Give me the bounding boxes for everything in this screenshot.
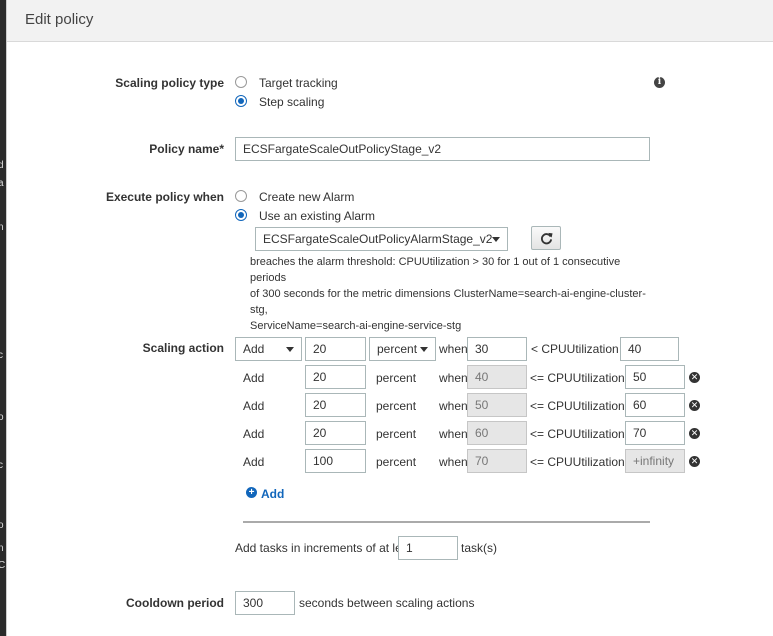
refresh-alarms-button[interactable] [531,226,561,250]
background-text: o [0,412,4,423]
scaling-action-label: Scaling action [142,341,224,355]
step-lower-bound-readonly: 40 [467,365,527,389]
background-text: d [0,160,4,171]
step-unit-text: percent [376,399,417,413]
step-lower-bound-input[interactable]: 30 [467,337,527,361]
step-operator-label: <= CPUUtilization < [530,427,636,441]
increments-suffix-label: task(s) [461,541,497,555]
radio-step-scaling[interactable] [235,95,247,107]
step-action-value: Add [243,342,265,356]
radio-step-scaling-label[interactable]: Step scaling [259,95,324,109]
cooldown-input[interactable]: 300 [235,591,295,615]
step-unit-text: percent [376,371,417,385]
add-step-link[interactable]: Add [261,487,284,501]
cooldown-suffix-label: seconds between scaling actions [299,596,475,610]
radio-create-new-alarm[interactable] [235,190,247,202]
radio-target-tracking[interactable] [235,76,247,88]
step-amount-input[interactable]: 20 [305,365,366,389]
chevron-down-icon [492,237,500,242]
step-amount-input[interactable]: 20 [305,393,366,417]
step-operator-label: <= CPUUtilization < [530,399,636,413]
add-step-icon[interactable]: + [246,487,257,498]
step-lower-bound-readonly: 70 [467,449,527,473]
step-amount-input[interactable]: 100 [305,449,366,473]
step-when-label: when [439,427,468,441]
cooldown-label: Cooldown period [126,596,224,610]
background-text: c [0,350,3,361]
step-when-label: when [439,399,468,413]
scaling-policy-type-label: Scaling policy type [115,76,224,90]
radio-target-tracking-label[interactable]: Target tracking [259,76,338,90]
step-amount-input[interactable]: 20 [305,421,366,445]
step-when-label: when [439,455,468,469]
step-upper-bound-input[interactable]: 50 [625,365,685,389]
step-upper-bound-readonly: +infinity [625,449,685,473]
radio-existing-alarm-label[interactable]: Use an existing Alarm [259,209,375,223]
background-text: c [0,460,3,471]
remove-step-icon[interactable]: ✕ [689,400,700,411]
step-action-text: Add [243,371,265,385]
edit-policy-modal: Edit policy Scaling policy type Target t… [6,0,773,636]
radio-create-new-alarm-label[interactable]: Create new Alarm [259,190,354,204]
refresh-icon [540,232,553,245]
step-when-label: when [439,371,468,385]
modal-title: Edit policy [25,11,94,28]
step-operator-label: < CPUUtilization < [531,342,630,356]
step-amount-input[interactable]: 20 [305,337,366,361]
alarm-description-line: of 300 seconds for the metric dimensions… [250,288,646,316]
step-unit-value: percent [377,342,418,356]
increments-input[interactable]: 1 [398,536,458,560]
policy-name-label: Policy name* [149,142,224,156]
step-action-select[interactable]: Add [235,337,302,361]
step-operator-label: <= CPUUtilization < [530,455,636,469]
remove-step-icon[interactable]: ✕ [689,428,700,439]
step-unit-select[interactable]: percent [369,337,436,361]
chevron-down-icon [420,347,428,352]
step-upper-bound-input[interactable]: 40 [620,337,679,361]
step-lower-bound-readonly: 60 [467,421,527,445]
step-upper-bound-input[interactable]: 70 [625,421,685,445]
background-text: a [0,178,4,189]
section-divider [243,521,650,523]
step-unit-text: percent [376,455,417,469]
step-action-text: Add [243,399,265,413]
policy-name-input[interactable]: ECSFargateScaleOutPolicyStage_v2 [235,137,650,161]
background-text: o [0,520,4,531]
alarm-description-line: ServiceName=search-ai-engine-service-stg [250,320,462,332]
step-action-text: Add [243,455,265,469]
increments-prefix-label: Add tasks in increments of at least [235,541,418,555]
background-text: n [0,222,4,233]
radio-existing-alarm[interactable] [235,209,247,221]
step-operator-label: <= CPUUtilization < [530,371,636,385]
step-upper-bound-input[interactable]: 60 [625,393,685,417]
alarm-select-value: ECSFargateScaleOutPolicyAlarmStage_v2 [263,232,493,246]
alarm-select[interactable]: ECSFargateScaleOutPolicyAlarmStage_v2 [255,227,508,251]
step-action-text: Add [243,427,265,441]
info-icon[interactable]: i [654,77,665,88]
execute-policy-label: Execute policy when [105,190,224,204]
modal-header: Edit policy [7,0,773,42]
alarm-description-line: breaches the alarm threshold: CPUUtiliza… [250,256,621,284]
remove-step-icon[interactable]: ✕ [689,456,700,467]
step-lower-bound-readonly: 50 [467,393,527,417]
background-text: n [0,543,4,554]
alarm-description: breaches the alarm threshold: CPUUtiliza… [250,254,650,334]
remove-step-icon[interactable]: ✕ [689,372,700,383]
step-unit-text: percent [376,427,417,441]
background-text: C [0,560,6,571]
step-when-label: when [439,342,468,356]
chevron-down-icon [286,347,294,352]
